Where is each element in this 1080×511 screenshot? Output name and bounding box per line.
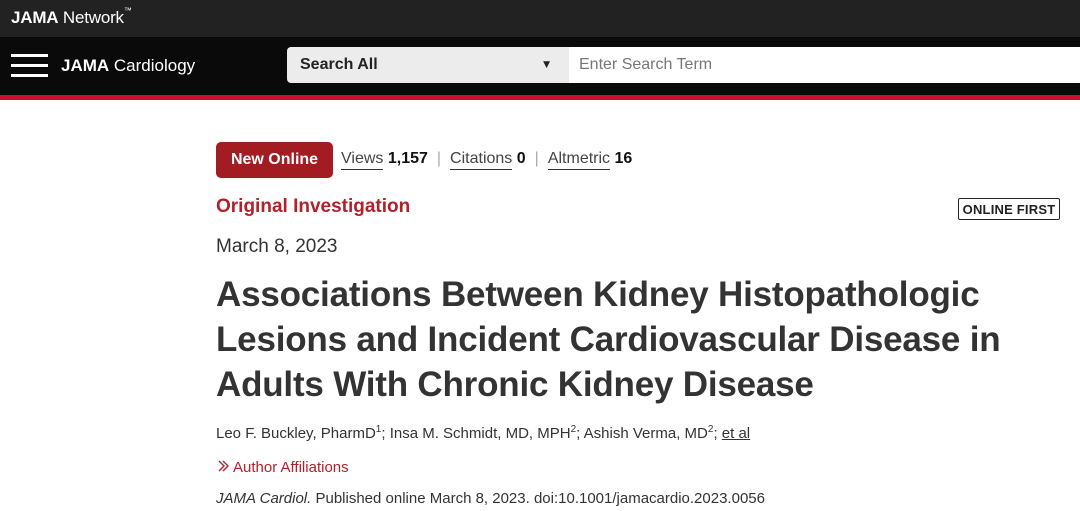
- jama-network-logo[interactable]: JAMA Network™: [11, 6, 132, 28]
- search-input[interactable]: [569, 47, 1080, 83]
- article-section-label: Original Investigation: [216, 196, 411, 217]
- article-metrics: Views 1,157 | Citations 0 | Altmetric 16: [341, 150, 632, 170]
- metric-separator: |: [436, 150, 442, 167]
- online-first-badge: ONLINE FIRST: [958, 198, 1060, 220]
- author-name[interactable]: Insa M. Schmidt, MD, MPH2: [390, 424, 576, 442]
- new-online-badge[interactable]: New Online: [216, 142, 333, 178]
- article-title: Associations Between Kidney Histopatholo…: [216, 275, 1001, 404]
- menu-icon[interactable]: [11, 54, 48, 78]
- citation-journal: JAMA Cardiol.: [216, 490, 312, 507]
- header-red-rule: [0, 95, 1080, 100]
- chevron-right-icon: [218, 460, 229, 475]
- search-scope-select[interactable]: Search All ▼: [287, 47, 569, 83]
- network-bar: JAMA Network™: [0, 0, 1080, 37]
- author-name[interactable]: Ashish Verma, MD2: [584, 424, 714, 442]
- et-al-link[interactable]: et al: [722, 425, 750, 442]
- citations-metric[interactable]: Citations 0: [450, 150, 526, 170]
- metric-separator: |: [534, 150, 539, 167]
- search-scope-label: Search All: [300, 56, 378, 73]
- caret-down-icon: ▼: [543, 60, 550, 70]
- jama-cardiology-logo[interactable]: JAMA Cardiology: [61, 56, 195, 76]
- journal-header: JAMA Cardiology Search All ▼: [0, 37, 1080, 95]
- author-list: Leo F. Buckley, PharmD1; Insa M. Schmidt…: [216, 424, 751, 442]
- author-affiliations-toggle[interactable]: Author Affiliations: [218, 459, 349, 476]
- author-affiliations-label: Author Affiliations: [233, 459, 349, 476]
- publication-date: March 8, 2023: [216, 236, 338, 257]
- author-name[interactable]: Leo F. Buckley, PharmD1: [216, 424, 381, 442]
- altmetric-metric[interactable]: Altmetric 16: [547, 150, 632, 170]
- views-metric[interactable]: Views 1,157: [341, 150, 428, 170]
- article-citation: JAMA Cardiol. Published online March 8, …: [216, 490, 765, 507]
- citation-text: Published online March 8, 2023. doi:10.1…: [311, 490, 765, 507]
